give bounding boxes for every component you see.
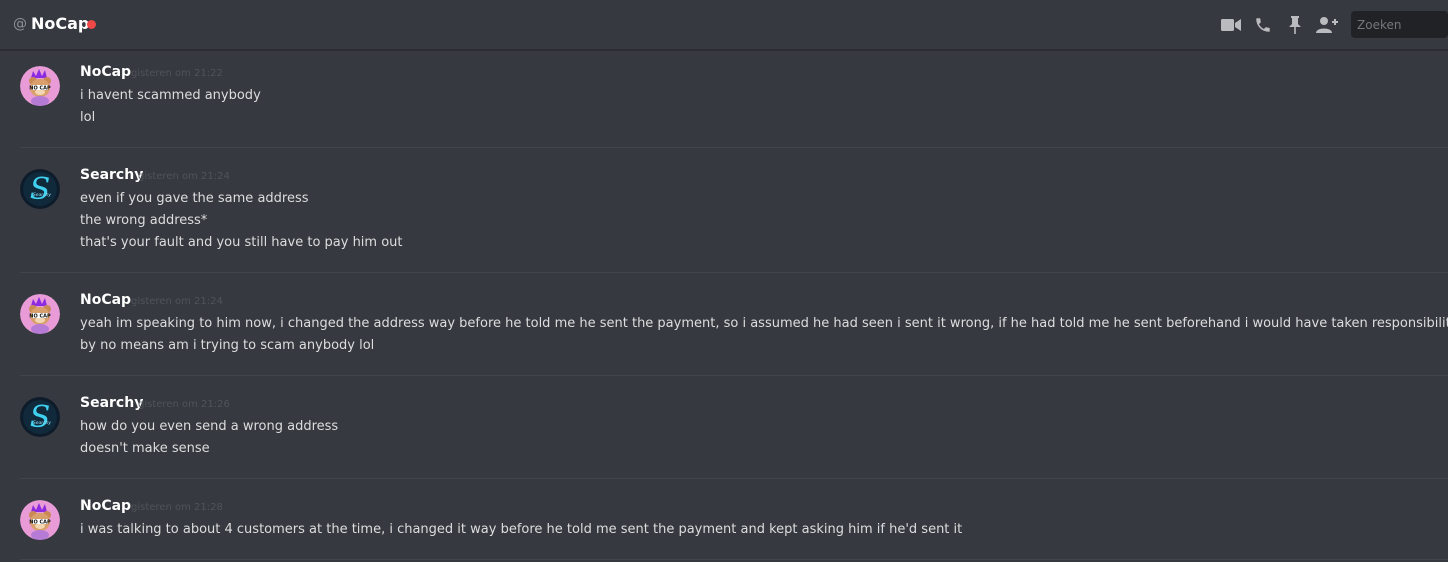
nocap-avatar[interactable]: NO CAP bbox=[20, 500, 60, 540]
message-timestamp: gisteren om 21:26 bbox=[138, 399, 230, 410]
message-timestamp: gisteren om 21:24 bbox=[131, 296, 223, 307]
author-name[interactable]: Searchy bbox=[80, 167, 143, 183]
message-divider bbox=[20, 559, 1448, 560]
author-name[interactable]: NoCap bbox=[80, 292, 131, 308]
message-text: that's your fault and you still have to … bbox=[80, 235, 403, 250]
message-divider bbox=[20, 147, 1448, 148]
searchy-avatar[interactable]: S Searchy bbox=[20, 397, 60, 437]
video-call-icon[interactable] bbox=[1219, 13, 1243, 37]
message-text: lol bbox=[80, 110, 96, 125]
nocap-avatar[interactable]: NO CAP bbox=[20, 294, 60, 334]
dm-at-icon: @ bbox=[13, 16, 27, 32]
voice-call-icon[interactable] bbox=[1251, 13, 1275, 37]
svg-text:NO CAP: NO CAP bbox=[29, 313, 51, 319]
svg-text:NO CAP: NO CAP bbox=[29, 519, 51, 525]
svg-text:Searchy: Searchy bbox=[33, 420, 52, 426]
pin-icon[interactable] bbox=[1283, 13, 1307, 37]
add-friend-icon[interactable] bbox=[1315, 13, 1339, 37]
author-name[interactable]: NoCap bbox=[80, 498, 131, 514]
message-timestamp: gisteren om 21:22 bbox=[131, 68, 223, 79]
nocap-avatar[interactable]: NO CAP bbox=[20, 66, 60, 106]
svg-text:NO CAP: NO CAP bbox=[29, 85, 51, 91]
message-text: by no means am i trying to scam anybody … bbox=[80, 338, 375, 353]
message-text: the wrong address* bbox=[80, 213, 208, 228]
channel-title: NoCap bbox=[31, 14, 90, 33]
message-timestamp: gisteren om 21:28 bbox=[131, 502, 223, 513]
message-text: i was talking to about 4 customers at th… bbox=[80, 522, 963, 537]
message-text: even if you gave the same address bbox=[80, 191, 309, 206]
message-timestamp: gisteren om 21:24 bbox=[138, 171, 230, 182]
status-dnd-icon bbox=[87, 20, 96, 29]
message-divider bbox=[20, 375, 1448, 376]
message-text: how do you even send a wrong address bbox=[80, 419, 339, 434]
svg-text:S: S bbox=[30, 172, 51, 207]
author-name[interactable]: NoCap bbox=[80, 64, 131, 80]
message-divider bbox=[20, 478, 1448, 479]
searchy-avatar[interactable]: S Searchy bbox=[20, 169, 60, 209]
message-text: doesn't make sense bbox=[80, 441, 210, 456]
svg-text:S: S bbox=[30, 400, 51, 435]
search-input[interactable] bbox=[1351, 11, 1448, 38]
message-divider bbox=[20, 272, 1448, 273]
author-name[interactable]: Searchy bbox=[80, 395, 143, 411]
svg-text:Searchy: Searchy bbox=[33, 192, 52, 198]
message-text: i havent scammed anybody bbox=[80, 88, 261, 103]
message-list: NO CAP NoCap gisteren om 21:22 i havent … bbox=[0, 50, 1448, 562]
message-text: yeah im speaking to him now, i changed t… bbox=[80, 316, 1448, 331]
channel-header: @ NoCap bbox=[0, 0, 1448, 50]
